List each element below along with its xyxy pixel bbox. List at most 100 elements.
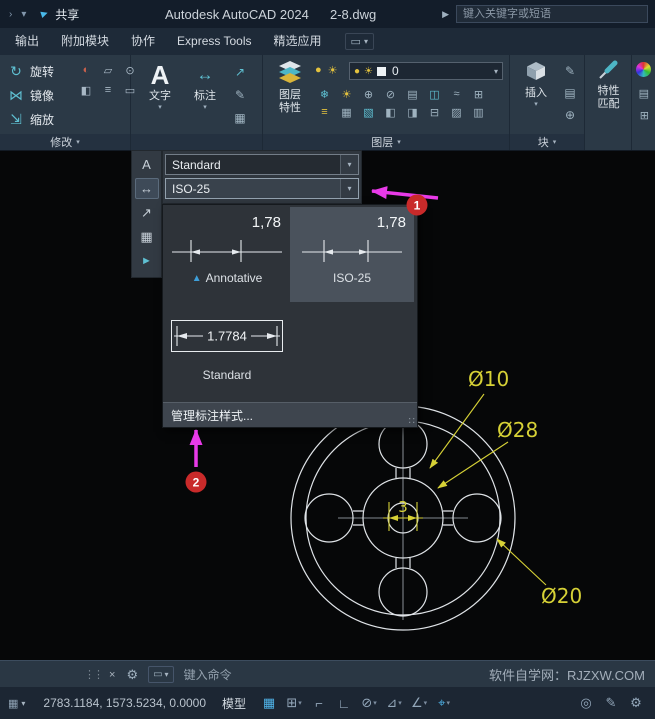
object-snap-toggle[interactable]: ⌖▾ — [433, 692, 455, 714]
erase-icon[interactable]: ◐ — [78, 64, 94, 77]
tab-featured-apps[interactable]: 精选应用 — [263, 28, 333, 55]
block-attach-icon[interactable]: ⊕ — [560, 108, 580, 122]
layer-tool-icon[interactable]: ⊘ — [381, 88, 400, 101]
polar-tracking-toggle[interactable]: ⊘▾ — [358, 692, 380, 714]
infocenter-arrow-icon[interactable]: ▶ — [442, 9, 449, 20]
panel-title-modify[interactable]: 修改 ▾ — [0, 134, 130, 150]
resize-grip-icon[interactable]: ∷ — [409, 416, 414, 427]
customize-wrench-icon[interactable]: ⚙ — [126, 667, 138, 683]
dim-style-option-iso25[interactable]: 1,78 ISO-25 — [290, 207, 414, 302]
multileader-style-button[interactable]: ↗ — [135, 202, 159, 223]
object-snap-tracking-toggle[interactable]: ∠▾ — [408, 692, 430, 714]
layer-tool-icon[interactable]: ⊟ — [425, 106, 444, 119]
insert-block-button[interactable]: 插入 ▾ — [517, 60, 555, 109]
layer-tool-icon[interactable]: ▥ — [469, 106, 488, 119]
text-style-button[interactable]: A — [135, 154, 159, 175]
block-define-icon[interactable]: ▤ — [560, 86, 580, 100]
tab-output[interactable]: 输出 — [4, 28, 50, 55]
layer-tool-icon[interactable]: ▤ — [403, 88, 422, 101]
chevron-down-icon: ▾ — [347, 184, 351, 193]
dropdown-arrow-button[interactable]: ▾ — [340, 179, 358, 198]
dim-style-value: ISO-25 — [166, 182, 340, 196]
layer-off-icon[interactable]: ● — [315, 64, 322, 77]
layer-tool-icon[interactable]: ≡ — [315, 106, 334, 119]
command-grip-icon[interactable]: ⋮⋮ — [84, 668, 102, 681]
flyout-pin-button[interactable]: ► — [135, 250, 159, 271]
layer-dropdown[interactable]: ● ☀ 0 ▾ — [349, 62, 503, 80]
layer-tool-icon[interactable]: ▦ — [337, 106, 356, 119]
model-space-button[interactable]: 模型 — [222, 695, 246, 712]
layer-tool-icon[interactable]: ❄ — [315, 88, 334, 101]
dimension-icon: ↔ — [185, 60, 225, 90]
style-name: Annotative — [206, 271, 263, 285]
chevron-right-icon[interactable]: › — [9, 9, 12, 20]
preview-value: 1,78 — [252, 214, 281, 231]
table-icon[interactable]: ▦ — [229, 111, 251, 125]
layer-tool-icon[interactable]: ◨ — [403, 106, 422, 119]
group-icon[interactable]: ⊞ — [640, 109, 649, 122]
layer-freeze-icon[interactable]: ☀ — [328, 64, 338, 77]
chevron-down-icon: ▾ — [139, 103, 181, 112]
dim-style-option-annotative[interactable]: 1,78 ▲ Annotative — [165, 207, 289, 302]
snap-toggle[interactable]: ⊞▾ — [283, 692, 305, 714]
grid-toggle[interactable]: ▦ — [258, 692, 280, 714]
panel-title-annotation[interactable] — [131, 134, 262, 150]
status-toggles: ▦ ⊞▾ ⌐ ∟ ⊘▾ ⊿▾ ∠▾ ⌖▾ — [258, 692, 455, 714]
text-button[interactable]: A 文字 ▾ — [139, 60, 181, 112]
layer-tool-icon[interactable]: ⊞ — [469, 88, 488, 101]
apps-grid-icon: ▦ — [8, 697, 18, 710]
tab-collaborate[interactable]: 协作 — [120, 28, 166, 55]
layer-tool-icon[interactable]: ◫ — [425, 88, 444, 101]
rotate-button[interactable]: ↻ 旋转 — [5, 60, 54, 82]
annotation-mini-tools: ↗ ✎ ▦ — [229, 65, 251, 125]
dim-style-option-standard[interactable]: 1.7784 Standard — [165, 304, 289, 399]
search-input[interactable] — [456, 5, 648, 23]
mirror-button[interactable]: ⋈ 镜像 — [5, 84, 54, 106]
infer-constraints-toggle[interactable]: ⌐ — [308, 692, 330, 714]
match-properties-button[interactable]: 特性 匹配 — [588, 60, 629, 111]
dim-style-button[interactable]: ↔ — [135, 178, 159, 199]
customization-button[interactable]: ⚙ — [625, 692, 647, 714]
chevron-down-icon: ▾ — [517, 100, 555, 109]
text-style-dropdown[interactable]: Standard ▾ — [165, 154, 359, 175]
color-wheel-icon[interactable] — [636, 62, 651, 77]
layer-tool-icon[interactable]: ≈ — [447, 88, 466, 101]
quick-access-caret-icon[interactable]: ▾ — [21, 9, 26, 20]
scale-button[interactable]: ⇲ 缩放 — [5, 108, 54, 130]
panel-properties: 特性 匹配 — [585, 55, 632, 150]
command-input[interactable]: 键入命令 — [184, 666, 232, 683]
status-left-tools[interactable]: ▦ ▾ — [8, 697, 25, 710]
leader-icon[interactable]: ↗ — [229, 65, 251, 79]
ortho-toggle[interactable]: ∟ — [333, 692, 355, 714]
tab-express-tools[interactable]: Express Tools — [166, 28, 262, 55]
offset-icon[interactable]: ▱ — [100, 64, 116, 77]
isodraft-toggle[interactable]: ⊿▾ — [383, 692, 405, 714]
layer-tool-icon[interactable]: ▨ — [447, 106, 466, 119]
array-icon[interactable]: ≡ — [100, 84, 116, 97]
annotation-monitor-toggle[interactable]: ✎ — [600, 692, 622, 714]
dropdown-arrow-button[interactable]: ▾ — [340, 155, 358, 174]
panel-title-block[interactable]: 块 ▾ — [510, 134, 584, 150]
recent-drawing-button[interactable]: ▭ ▾ — [345, 33, 374, 50]
recent-commands-button[interactable]: ▭ ▾ — [148, 666, 173, 683]
dim-text-d10: Ø10 — [468, 367, 509, 391]
close-icon[interactable]: × — [109, 669, 115, 681]
dimension-button[interactable]: ↔ 标注 ▾ — [185, 60, 225, 112]
manage-dim-styles-item[interactable]: 管理标注样式... — [163, 402, 417, 427]
command-box-icon: ▭ — [153, 669, 162, 680]
trim-icon[interactable]: ◧ — [78, 84, 94, 97]
tab-addins[interactable]: 附加模块 — [50, 28, 120, 55]
layer-properties-button[interactable]: 图层 特性 — [269, 60, 311, 115]
selection-cycling-toggle[interactable]: ◎ — [575, 692, 597, 714]
layer-tool-icon[interactable]: ⊕ — [359, 88, 378, 101]
layer-tool-icon[interactable]: ☀ — [337, 88, 356, 101]
layer-tool-icon[interactable]: ◧ — [381, 106, 400, 119]
layer-tool-icon[interactable]: ▧ — [359, 106, 378, 119]
list-view-icon[interactable]: ▤ — [639, 87, 649, 100]
block-edit-icon[interactable]: ✎ — [560, 64, 580, 78]
share-button[interactable]: ► 共享 — [39, 6, 79, 23]
dim-style-dropdown[interactable]: ISO-25 ▾ — [165, 178, 359, 199]
table-style-button[interactable]: ▦ — [135, 226, 159, 247]
panel-title-layers[interactable]: 图层 ▾ — [263, 134, 509, 150]
mtext-icon[interactable]: ✎ — [229, 88, 251, 102]
